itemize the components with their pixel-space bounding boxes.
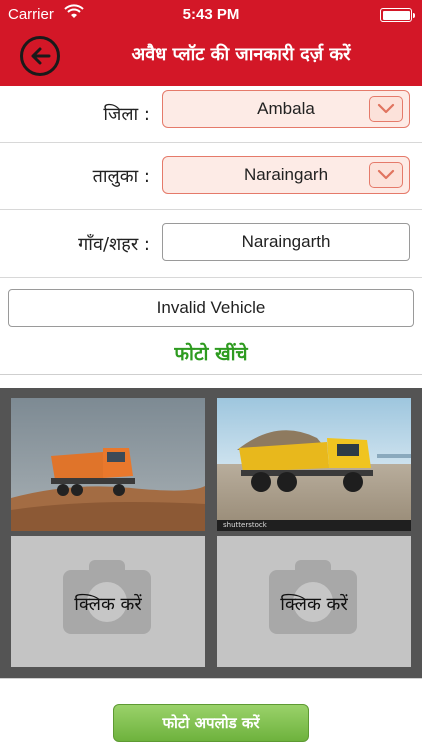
photo-grid: shutterstock क्लिक करें क्लिक करें	[0, 388, 422, 678]
take-photo-label: फोटो खींचे	[174, 343, 248, 365]
truck-photo	[11, 448, 205, 531]
click-label: क्लिक करें	[280, 594, 348, 615]
photo-slot-1[interactable]	[11, 398, 205, 531]
taluka-value: Naraingarh	[243, 165, 329, 184]
back-button[interactable]	[20, 36, 60, 76]
chevron-down-icon[interactable]	[369, 96, 403, 122]
village-label: गाँव/शहर :	[78, 233, 150, 255]
photo-slot-2[interactable]: shutterstock	[217, 398, 411, 531]
photo-slot-4[interactable]: क्लिक करें	[217, 536, 411, 667]
district-label: जिला :	[103, 104, 150, 125]
battery-icon	[380, 8, 415, 22]
taluka-select[interactable]: Naraingarh	[162, 156, 410, 194]
dump-truck-photo	[237, 430, 411, 492]
district-row: जिला : Ambala	[0, 86, 422, 143]
screen: Carrier 5:43 PM अवैध प्लॉट की जानकारी दर…	[0, 0, 422, 750]
click-label: क्लिक करें	[74, 594, 142, 615]
taluka-row: तालुका : Naraingarh	[0, 143, 422, 210]
photo-watermark: shutterstock	[217, 520, 411, 531]
page-title: अवैध प्लॉट की जानकारी दर्ज़ करें	[131, 44, 351, 65]
upload-photo-button[interactable]: फोटो अपलोड करें	[113, 704, 309, 742]
back-arrow-icon	[31, 47, 51, 65]
district-value: Ambala	[257, 99, 315, 118]
district-select[interactable]: Ambala	[162, 90, 410, 128]
app-header: Carrier 5:43 PM अवैध प्लॉट की जानकारी दर…	[0, 0, 422, 86]
status-bar: Carrier 5:43 PM	[0, 0, 422, 30]
camera-hump	[295, 560, 331, 574]
chevron-down-icon[interactable]	[369, 162, 403, 188]
photo-slot-3[interactable]: क्लिक करें	[11, 536, 205, 667]
village-row: गाँव/शहर : Naraingarth	[0, 210, 422, 278]
vehicle-field[interactable]: Invalid Vehicle	[8, 289, 414, 327]
divider	[0, 374, 422, 375]
taluka-label: तालुका :	[92, 166, 150, 187]
camera-hump	[89, 560, 125, 574]
village-input[interactable]: Naraingarth	[162, 223, 410, 261]
divider	[0, 678, 422, 679]
clock: 5:43 PM	[182, 6, 240, 23]
